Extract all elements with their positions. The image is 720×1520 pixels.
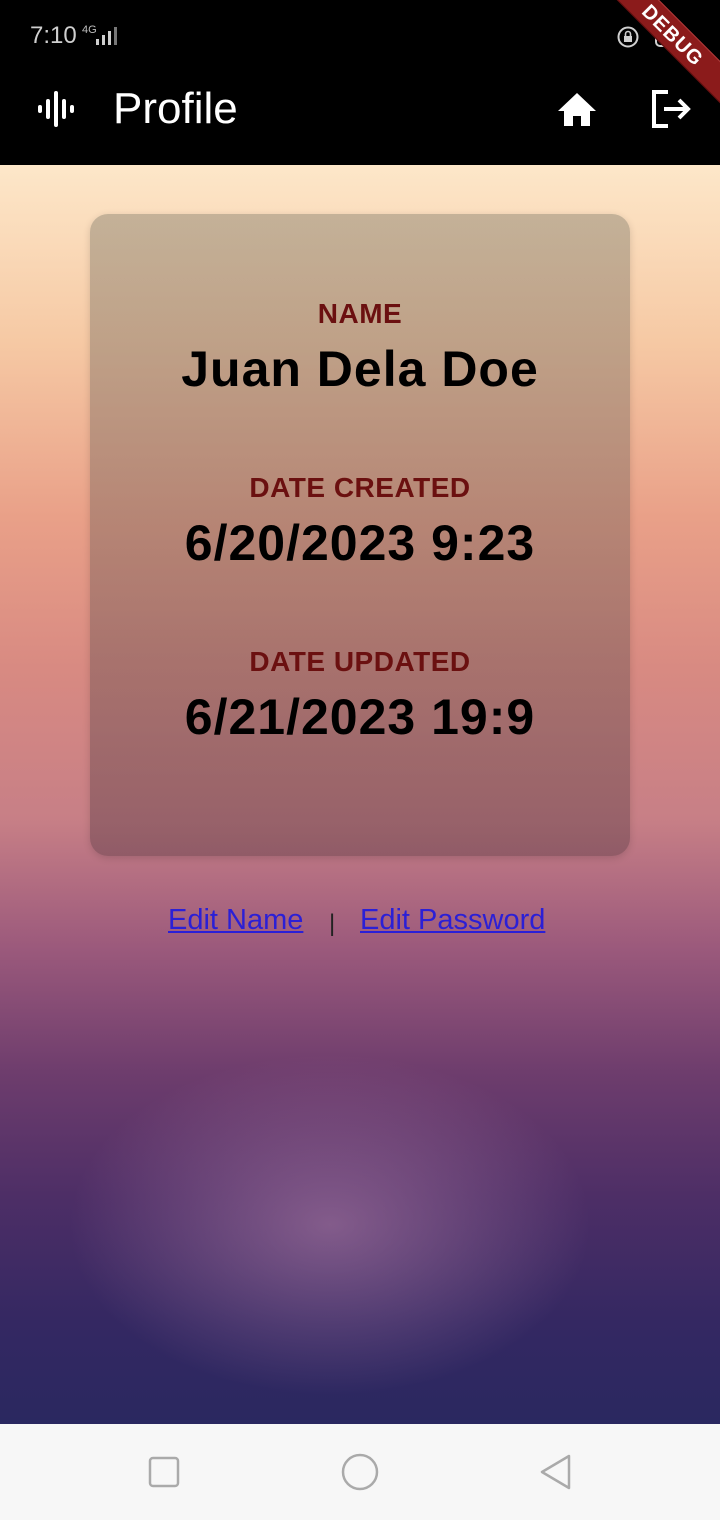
status-bar: 7:10 4G DEBUG — [0, 0, 720, 106]
recents-icon[interactable] — [144, 1452, 184, 1492]
app-bar: Profile — [0, 72, 720, 165]
date-created-value: 6/20/2023 9:23 — [184, 515, 536, 571]
edit-password-link[interactable]: Edit Password — [360, 904, 545, 937]
home-icon[interactable] — [552, 84, 602, 134]
date-created-label: DATE CREATED — [249, 472, 471, 503]
back-icon[interactable] — [536, 1452, 576, 1492]
audio-wave-icon — [38, 91, 74, 127]
system-nav-bar — [0, 1424, 720, 1520]
edit-name-link[interactable]: Edit Name — [168, 904, 303, 937]
status-time: 7:10 — [30, 22, 77, 49]
signal-icon — [96, 27, 117, 45]
network-type: 4G — [82, 24, 97, 36]
action-separator: | — [329, 910, 336, 937]
page-title: Profile — [113, 84, 238, 133]
profile-actions: Edit Name | Edit Password — [0, 904, 720, 944]
logout-icon[interactable] — [646, 84, 696, 134]
name-value: Juan Dela Doe — [181, 341, 539, 397]
date-updated-label: DATE UPDATED — [249, 646, 471, 677]
date-updated-value: 6/21/2023 19:9 — [184, 689, 536, 745]
name-label: NAME — [317, 298, 403, 329]
lock-rotation-icon — [617, 26, 639, 48]
home-circle-icon[interactable] — [340, 1452, 380, 1492]
